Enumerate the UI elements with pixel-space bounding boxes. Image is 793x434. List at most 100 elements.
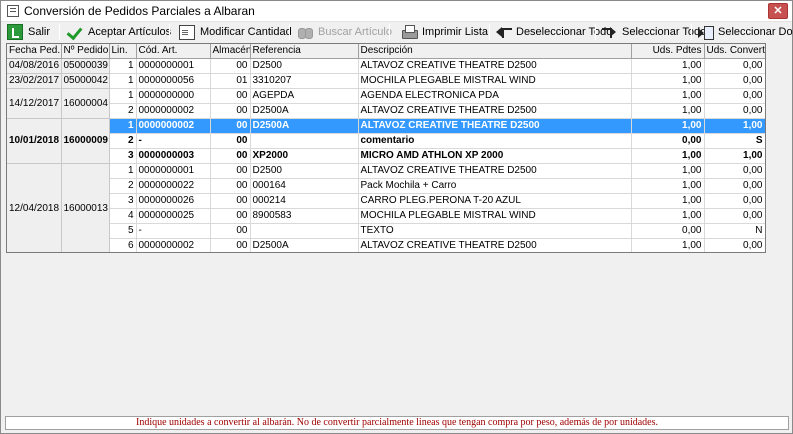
line-number-cell: 2 [109, 103, 137, 119]
table-row[interactable]: 3 0000000003 00 XP2000 MICRO AMD ATHLON XP 2… [7, 148, 765, 164]
toolbar-separator [59, 24, 60, 40]
status-bar: Indique unidades a convertir al albarán.… [5, 416, 789, 430]
convert-units-cell[interactable]: 0,00 [704, 208, 765, 224]
table-row[interactable]: 3 0000000026 00 000214 CARRO PLEG.PERONA T-… [7, 193, 765, 209]
modificar-cantidad-button[interactable]: Modificar Cantidad [177, 23, 292, 41]
conversion-window: Conversión de Pedidos Parciales a Albara… [0, 0, 793, 434]
column-header-cod-art[interactable]: Cód. Art. [136, 44, 211, 59]
toolbar-separator [169, 24, 170, 40]
line-number-cell: 1 [109, 88, 137, 104]
line-number-cell: 6 [109, 238, 137, 252]
article-code-cell: 0000000002 [136, 238, 211, 252]
checkmark-icon [67, 24, 83, 40]
title-bar: Conversión de Pedidos Parciales a Albara… [1, 1, 792, 22]
toolbar-separator [489, 24, 490, 40]
description-cell: MICRO AMD ATHLON XP 2000 [358, 148, 632, 164]
warehouse-cell: 00 [210, 178, 251, 194]
order-date-cell[interactable]: 04/08/2016 [7, 58, 62, 74]
seleccionar-doc-button[interactable]: Seleccionar Doc. [697, 23, 793, 41]
pending-units-cell: 1,00 [631, 73, 705, 89]
line-number-cell: 4 [109, 208, 137, 224]
article-code-cell: - [136, 133, 211, 149]
line-number-cell: 5 [109, 223, 137, 239]
warehouse-cell: 00 [210, 58, 251, 74]
column-header-uds-pdtes[interactable]: Uds. Pdtes [631, 44, 705, 59]
table-row[interactable]: 04/08/2016 05000039 1 0000000001 00 D2500 ALTA… [7, 58, 765, 74]
line-number-cell: 3 [109, 148, 137, 164]
convert-units-cell[interactable]: 0,00 [704, 58, 765, 74]
column-header-descripcion[interactable]: Descripción [358, 44, 632, 59]
close-window-button[interactable]: ✕ [768, 3, 788, 19]
order-number-cell[interactable]: 05000042 [61, 73, 110, 89]
table-row[interactable]: 23/02/2017 05000042 1 0000000056 01 3310207 M… [7, 73, 765, 89]
table-row[interactable]: 2-00 comentario 0,00 S [7, 133, 765, 149]
orders-grid[interactable]: Fecha Ped. Nº Pedido Lin. Cód. Art. Alma… [6, 43, 766, 253]
column-header-uds-convertir[interactable]: Uds. Convertir [704, 44, 765, 59]
description-cell: AGENDA ELECTRONICA PDA [358, 88, 632, 104]
salir-button[interactable]: Salir [7, 23, 50, 41]
aceptar-articulos-button[interactable]: Aceptar Artículos [67, 23, 171, 41]
convert-units-cell[interactable]: 0,00 [704, 88, 765, 104]
order-date-cell[interactable]: 23/02/2017 [7, 73, 62, 89]
article-code-cell: 0000000002 [136, 118, 211, 134]
line-number-cell: 1 [109, 58, 137, 74]
warehouse-cell: 00 [210, 238, 251, 252]
description-cell: ALTAVOZ CREATIVE THEATRE D2500 [358, 58, 632, 74]
pending-units-cell: 1,00 [631, 148, 705, 164]
order-date-cell[interactable]: 10/01/2018 [7, 118, 62, 164]
convert-units-cell[interactable]: N [704, 223, 765, 239]
convert-units-cell[interactable]: 0,00 [704, 178, 765, 194]
reference-cell [250, 133, 359, 149]
exit-icon [7, 24, 23, 40]
imprimir-lista-label: Imprimir Lista [422, 26, 489, 38]
warehouse-cell: 00 [210, 223, 251, 239]
table-row[interactable]: 12/04/2018 16000013 1 0000000001 00 D2500 ALTA… [7, 163, 765, 252]
warehouse-cell: 01 [210, 73, 251, 89]
buscar-articulo-button[interactable]: Buscar Artículo [297, 23, 392, 41]
convert-units-cell[interactable]: 0,00 [704, 238, 765, 252]
article-code-cell: 0000000056 [136, 73, 211, 89]
warehouse-cell: 00 [210, 103, 251, 119]
pending-units-cell: 1,00 [631, 193, 705, 209]
convert-units-cell[interactable]: 0,00 [704, 73, 765, 89]
order-date-cell[interactable]: 14/12/2017 [7, 88, 62, 119]
order-number-cell[interactable]: 05000039 [61, 58, 110, 74]
column-header-pedido[interactable]: Nº Pedido [61, 44, 110, 59]
table-row[interactable]: 4 0000000025 00 8900583 MOCHILA PLEGABLE MI… [7, 208, 765, 224]
article-code-cell: 0000000025 [136, 208, 211, 224]
description-cell: MOCHILA PLEGABLE MISTRAL WIND [358, 208, 632, 224]
table-row[interactable]: 10/01/2018 16000009 1 0000000002 00 D2500A ALT… [7, 118, 765, 164]
imprimir-lista-button[interactable]: Imprimir Lista [401, 23, 488, 41]
table-row[interactable]: 2 0000000002 00 D2500A ALTAVOZ CREATIVE THEA… [7, 103, 765, 119]
convert-units-cell[interactable]: S [704, 133, 765, 149]
aceptar-articulos-label: Aceptar Artículos [88, 26, 172, 38]
reference-cell: XP2000 [250, 148, 359, 164]
article-code-cell: 0000000001 [136, 163, 211, 179]
description-cell: CARRO PLEG.PERONA T-20 AZUL [358, 193, 632, 209]
table-row[interactable]: 5-00 TEXTO 0,00 N [7, 223, 765, 239]
warehouse-cell: 00 [210, 208, 251, 224]
table-row[interactable]: 2 0000000022 00 000164 Pack Mochila + Carro 1… [7, 178, 765, 194]
convert-units-cell[interactable]: 0,00 [704, 103, 765, 119]
order-number-cell[interactable]: 16000013 [61, 163, 110, 252]
pending-units-cell: 0,00 [631, 133, 705, 149]
article-code-cell: 0000000002 [136, 103, 211, 119]
order-number-cell[interactable]: 16000004 [61, 88, 110, 119]
convert-units-cell[interactable]: 0,00 [704, 193, 765, 209]
order-date-cell[interactable]: 12/04/2018 [7, 163, 62, 252]
line-number-cell: 1 [109, 118, 137, 134]
printer-icon [401, 24, 418, 40]
table-row[interactable]: 6 0000000002 00 D2500A ALTAVOZ CREATIVE THEA… [7, 238, 765, 252]
table-row[interactable]: 14/12/2017 16000004 1 0000000000 00 AGEPDA AGE… [7, 88, 765, 119]
convert-units-cell[interactable]: 0,00 [704, 163, 765, 179]
convert-units-cell[interactable]: 1,00 [704, 148, 765, 164]
column-header-lin[interactable]: Lin. [109, 44, 137, 59]
convert-units-cell[interactable]: 1,00 [704, 118, 765, 134]
order-number-cell[interactable]: 16000009 [61, 118, 110, 164]
column-header-referencia[interactable]: Referencia [250, 44, 359, 59]
pending-units-cell: 1,00 [631, 58, 705, 74]
toolbar: Salir Aceptar Artículos Modificar Cantid… [3, 22, 793, 42]
warehouse-cell: 00 [210, 193, 251, 209]
column-header-fecha[interactable]: Fecha Ped. [7, 44, 62, 59]
column-header-almacen[interactable]: Almacén [210, 44, 251, 59]
